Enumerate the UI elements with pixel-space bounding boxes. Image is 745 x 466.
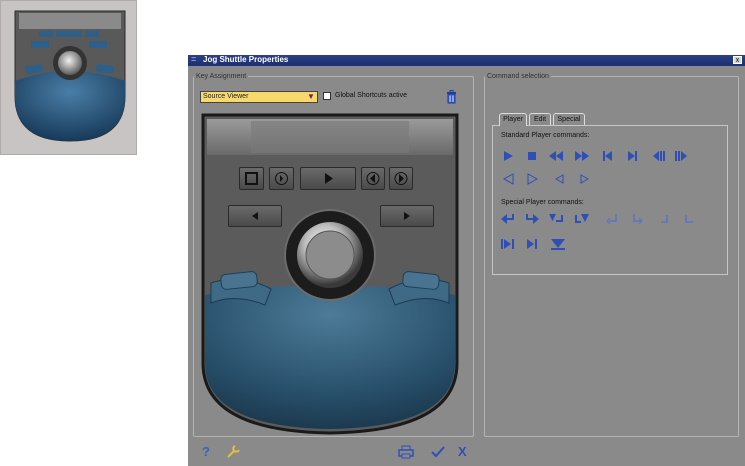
tab-edit[interactable]: Edit [529,113,551,125]
device-shuttle-left-button[interactable] [228,205,282,227]
jump-in-right-icon[interactable] [525,213,539,225]
mark-icon [275,172,288,185]
stop-icon [245,172,258,185]
trash-icon[interactable] [445,90,458,104]
jump-in-left-icon[interactable] [501,213,515,225]
player-commands-panel: Standard Player commands: Special Player… [492,125,728,275]
chevron-down-icon[interactable]: ▼ [306,92,316,102]
special-commands-label: Special Player commands: [501,199,584,206]
close-button[interactable]: x [733,56,742,64]
step-back-icon [366,172,380,185]
device-mark-button[interactable] [269,167,294,190]
shuttle-left-icon [252,212,258,220]
shuttle-forward-icon[interactable] [675,150,689,162]
command-selection-legend: Command selection [487,73,549,80]
play-outline-icon[interactable] [525,173,539,185]
device-next-button[interactable] [389,167,413,190]
rewind-icon[interactable] [549,150,563,162]
system-menu-icon[interactable]: = [191,54,196,64]
device-stop-button[interactable] [239,167,264,190]
play-around-icon[interactable] [551,238,565,250]
play-in-out-icon[interactable] [501,238,515,250]
tab-player[interactable]: Player [499,113,527,126]
step-back-icon[interactable] [601,150,615,162]
device-shuttle-right-button[interactable] [380,205,434,227]
tab-special[interactable]: Special [553,113,585,125]
step-forward-icon[interactable] [625,150,639,162]
print-icon[interactable] [398,445,414,459]
play-to-out-icon[interactable] [525,238,539,250]
checkmark-icon[interactable] [431,445,445,459]
global-shortcuts-checkbox[interactable] [323,92,331,100]
shuttle-right-icon [404,212,410,220]
mark-out-down-icon[interactable] [575,213,589,225]
jog-shuttle-properties-window: = Jog Shuttle Properties x Key Assignmen… [188,54,745,466]
device-previous-button[interactable] [361,167,385,190]
stop-icon[interactable] [525,150,539,162]
standard-commands-label: Standard Player commands: [501,132,590,139]
wrench-icon[interactable] [226,445,240,459]
source-select[interactable]: Source Viewer ▼ [200,91,318,103]
mark-in-down-icon[interactable] [549,213,563,225]
step-forward-icon [394,172,408,185]
window-title: Jog Shuttle Properties [203,55,289,64]
slow-back-icon[interactable] [553,173,567,185]
goto-out-icon[interactable] [657,213,671,225]
shuttle-back-icon[interactable] [651,150,665,162]
play-icon[interactable] [501,150,515,162]
help-icon[interactable]: ? [202,444,210,459]
cancel-button[interactable]: X [458,444,467,459]
fast-forward-icon[interactable] [575,150,589,162]
global-shortcuts-label: Global Shortcuts active [335,92,407,99]
jog-shuttle-device-image [201,113,459,435]
device-play-button[interactable] [300,167,356,190]
device-thumbnail [0,0,137,155]
play-reverse-outline-icon[interactable] [501,173,515,185]
title-bar: = Jog Shuttle Properties x [188,54,745,66]
play-icon [325,173,333,184]
goto-out-alt-icon[interactable] [683,213,697,225]
key-assignment-legend: Key Assignment [196,73,247,80]
goto-in-icon[interactable] [605,213,619,225]
slow-forward-icon[interactable] [577,173,591,185]
jog-shuttle-thumbnail-icon [14,10,126,142]
source-select-value: Source Viewer [203,93,249,100]
goto-in-alt-icon[interactable] [631,213,645,225]
